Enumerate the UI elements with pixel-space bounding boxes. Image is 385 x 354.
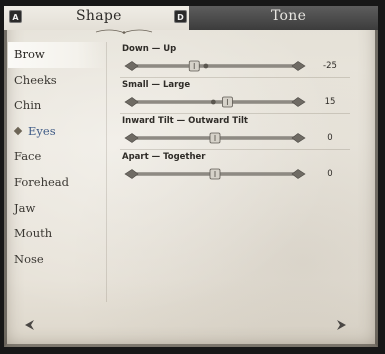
slider-svg: [124, 60, 306, 72]
slider-svg: [124, 132, 306, 144]
tab-shape-label: Shape: [76, 8, 122, 24]
slider-label: Apart — Together: [122, 152, 206, 162]
feature-item-face[interactable]: Face: [8, 144, 106, 170]
slider-end-left-icon: [124, 133, 139, 143]
feature-item-brow[interactable]: Brow: [8, 42, 106, 68]
slider-end-right-icon: [291, 61, 306, 71]
slider-svg: [124, 168, 306, 180]
row-divider: [120, 113, 350, 114]
column-divider: [106, 42, 107, 302]
slider-track[interactable]: [120, 58, 310, 72]
feature-label: Mouth: [14, 226, 53, 241]
slider-track[interactable]: [120, 130, 310, 144]
slider-value: 15: [324, 97, 336, 107]
slider-row: Down — Up -25: [120, 44, 350, 80]
arrow-right-icon[interactable]: [335, 318, 349, 332]
slider-row: Inward Tilt — Outward Tilt 0: [120, 116, 350, 152]
slider-end-right-icon: [291, 133, 306, 143]
feature-item-chin[interactable]: Chin: [8, 93, 106, 119]
slider-value: -25: [323, 61, 337, 71]
slider-track[interactable]: [120, 94, 310, 108]
feature-item-nose[interactable]: Nose: [8, 247, 106, 273]
tab-tone[interactable]: Tone: [189, 6, 378, 30]
slider-label: Small — Large: [122, 80, 191, 90]
key-a-icon: A: [9, 10, 22, 23]
tab-shape[interactable]: A Shape D: [4, 6, 189, 34]
ornament-flourish-icon: [95, 29, 153, 34]
key-d-icon: D: [174, 10, 187, 23]
slider-default-marker: [203, 63, 209, 69]
arrow-left-icon[interactable]: [22, 318, 36, 332]
diamond-icon: [13, 126, 23, 136]
feature-item-cheeks[interactable]: Cheeks: [8, 68, 106, 94]
row-divider: [120, 77, 350, 78]
slider-end-left-icon: [124, 169, 139, 179]
slider-end-left-icon: [124, 97, 139, 107]
slider-default-marker: [210, 99, 216, 105]
feature-label: Eyes: [28, 123, 56, 138]
slider-panel: Down — Up -25 Small — Large 15 Inward Ti…: [120, 44, 350, 188]
tab-bar: A Shape D Tone: [4, 6, 378, 34]
feature-label: Nose: [14, 251, 44, 266]
feature-list: Brow Cheeks Chin Eyes Face Forehead Jaw …: [8, 42, 106, 272]
feature-label: Cheeks: [14, 72, 57, 87]
feature-item-jaw[interactable]: Jaw: [8, 196, 106, 222]
slider-end-right-icon: [291, 97, 306, 107]
feature-label: Jaw: [14, 200, 36, 215]
slider-label: Inward Tilt — Outward Tilt: [122, 116, 248, 126]
row-divider: [120, 149, 350, 150]
slider-row: Small — Large 15: [120, 80, 350, 116]
slider-value: 0: [327, 169, 333, 179]
feature-label: Forehead: [14, 174, 70, 189]
slider-bar: [131, 64, 299, 68]
slider-svg: [124, 96, 306, 108]
tab-tone-label: Tone: [271, 8, 307, 24]
feature-item-eyes[interactable]: Eyes: [8, 119, 106, 145]
slider-end-left-icon: [124, 61, 139, 71]
slider-value: 0: [327, 133, 333, 143]
slider-row: Apart — Together 0: [120, 152, 334, 188]
feature-item-mouth[interactable]: Mouth: [8, 221, 106, 247]
slider-track[interactable]: [120, 166, 310, 180]
feature-item-forehead[interactable]: Forehead: [8, 170, 106, 196]
feature-label: Face: [14, 149, 42, 164]
feature-label: Chin: [14, 98, 42, 113]
slider-label: Down — Up: [122, 44, 177, 54]
slider-end-right-icon: [291, 169, 306, 179]
feature-label: Brow: [14, 47, 45, 61]
